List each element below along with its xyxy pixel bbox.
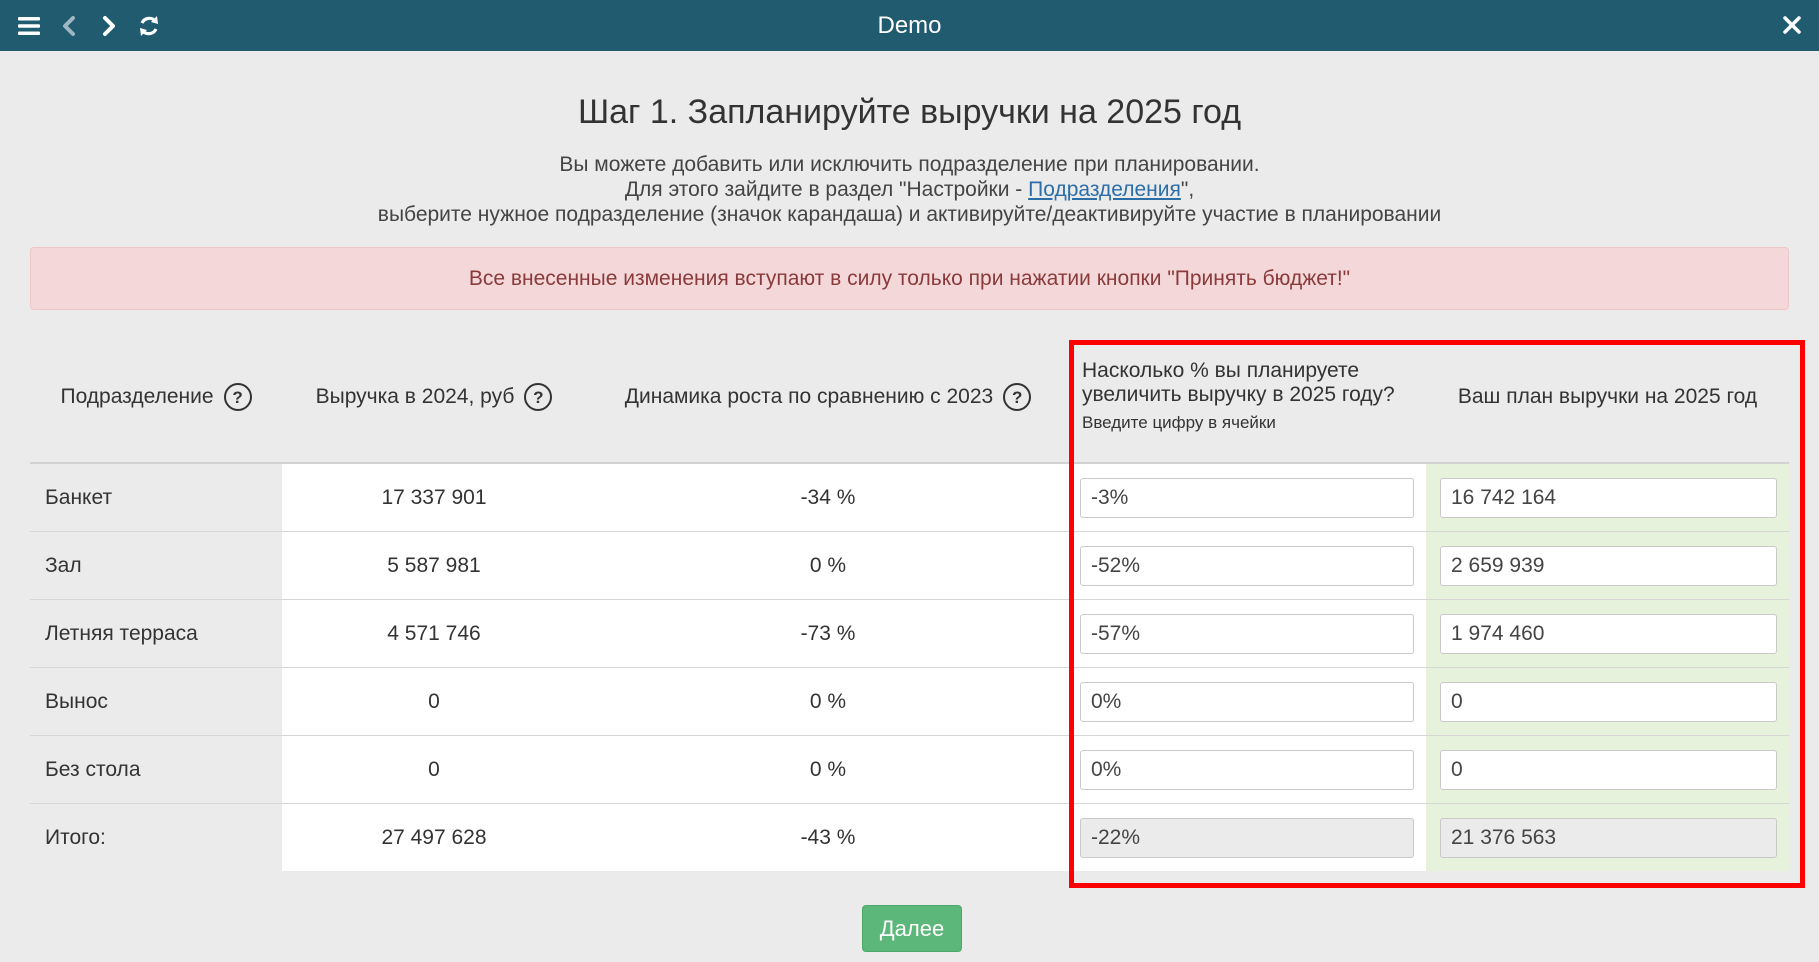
- pct-input[interactable]: 0%: [1080, 749, 1414, 790]
- dynamics-cell: 0 %: [586, 531, 1070, 600]
- chevron-right-icon[interactable]: [96, 13, 122, 39]
- title-bar: Demo: [0, 0, 1819, 51]
- help-icon[interactable]: ?: [223, 383, 252, 411]
- main-content: Шаг 1. Запланируйте выручки на 2025 год …: [0, 51, 1819, 871]
- plan-input[interactable]: 0: [1440, 749, 1777, 790]
- total-plan-field: 21 376 563: [1440, 817, 1777, 858]
- help-icon[interactable]: ?: [1003, 383, 1032, 411]
- plan-cell: 0: [1426, 735, 1789, 804]
- desc-line-2-post: ",: [1180, 178, 1195, 201]
- help-icon[interactable]: ?: [524, 383, 553, 411]
- plan-input[interactable]: 2 659 939: [1440, 545, 1777, 586]
- pct-cell: 0%: [1070, 667, 1426, 736]
- desc-line-2: Для этого зайдите в раздел "Настройки - …: [30, 177, 1789, 202]
- page-description: Вы можете добавить или исключить подразд…: [30, 152, 1789, 227]
- nav-toolbar: [0, 13, 162, 39]
- page-title: Шаг 1. Запланируйте выручки на 2025 год: [577, 93, 1242, 131]
- revenue-cell: 17 337 901: [282, 462, 586, 532]
- desc-line-3: выберите нужное подразделение (значок ка…: [377, 203, 1442, 226]
- division-name: Без стола: [30, 735, 282, 804]
- chevron-left-icon[interactable]: [56, 13, 82, 39]
- window-title: Demo: [877, 12, 942, 39]
- header-plan-pct-label: Насколько % вы планируете увеличить выру…: [1082, 359, 1395, 406]
- revenue-cell: 5 587 981: [282, 531, 586, 600]
- revenue-cell: 4 571 746: [282, 599, 586, 668]
- division-name: Летняя терраса: [30, 599, 282, 668]
- desc-line-2-pre: Для этого зайдите в раздел "Настройки -: [624, 178, 1029, 201]
- table-header-row: Подразделение? Выручка в 2024, руб? Дина…: [30, 332, 1789, 464]
- pct-input[interactable]: -52%: [1080, 545, 1414, 586]
- divisions-link[interactable]: Подразделения: [1028, 178, 1181, 201]
- revenue-cell: 0: [282, 667, 586, 736]
- desc-line-1: Вы можете добавить или исключить подразд…: [559, 153, 1260, 176]
- pct-input[interactable]: 0%: [1080, 681, 1414, 722]
- table-row: Банкет 17 337 901 -34 % -3% 16 742 164: [30, 462, 1789, 532]
- plan-input[interactable]: 16 742 164: [1440, 477, 1777, 518]
- header-plan-pct: Насколько % вы планируете увеличить выру…: [1070, 332, 1426, 464]
- header-plan-pct-hint: Введите цифру в ячейки: [1082, 413, 1276, 432]
- dynamics-cell: -73 %: [586, 599, 1070, 668]
- division-name: Вынос: [30, 667, 282, 736]
- total-plan-cell: 21 376 563: [1426, 803, 1789, 871]
- header-plan: Ваш план выручки на 2025 год: [1426, 332, 1789, 464]
- menu-icon[interactable]: [16, 13, 42, 39]
- division-name: Зал: [30, 531, 282, 600]
- total-label: Итого:: [30, 803, 282, 871]
- plan-cell: 16 742 164: [1426, 462, 1789, 532]
- pct-input[interactable]: -57%: [1080, 613, 1414, 654]
- dynamics-cell: 0 %: [586, 735, 1070, 804]
- total-pct-cell: -22%: [1070, 803, 1426, 871]
- table-row: Летняя терраса 4 571 746 -73 % -57% 1 97…: [30, 599, 1789, 668]
- close-icon[interactable]: [1779, 12, 1805, 38]
- plan-cell: 1 974 460: [1426, 599, 1789, 668]
- next-button[interactable]: Далее: [862, 905, 962, 952]
- header-division: Подразделение?: [30, 332, 282, 464]
- table-row: Вынос 0 0 % 0% 0: [30, 667, 1789, 736]
- plan-input[interactable]: 0: [1440, 681, 1777, 722]
- dynamics-cell: -34 %: [586, 462, 1070, 532]
- total-row: Итого: 27 497 628 -43 % -22% 21 376 563: [30, 803, 1789, 871]
- plan-cell: 0: [1426, 667, 1789, 736]
- plan-input[interactable]: 1 974 460: [1440, 613, 1777, 654]
- header-division-label: Подразделение: [60, 385, 214, 408]
- total-dynamics: -43 %: [586, 803, 1070, 871]
- pct-cell: 0%: [1070, 735, 1426, 804]
- header-revenue-label: Выручка в 2024, руб: [315, 385, 515, 408]
- table-row: Без стола 0 0 % 0% 0: [30, 735, 1789, 804]
- pct-input[interactable]: -3%: [1080, 477, 1414, 518]
- header-dynamics: Динамика роста по сравнению с 2023?: [586, 332, 1070, 464]
- total-pct-field: -22%: [1080, 817, 1414, 858]
- table-row: Зал 5 587 981 0 % -52% 2 659 939: [30, 531, 1789, 600]
- dynamics-cell: 0 %: [586, 667, 1070, 736]
- alert-banner: Все внесенные изменения вступают в силу …: [30, 247, 1789, 310]
- plan-cell: 2 659 939: [1426, 531, 1789, 600]
- pct-cell: -52%: [1070, 531, 1426, 600]
- division-name: Банкет: [30, 462, 282, 532]
- pct-cell: -3%: [1070, 462, 1426, 532]
- pct-cell: -57%: [1070, 599, 1426, 668]
- total-revenue: 27 497 628: [282, 803, 586, 871]
- revenue-cell: 0: [282, 735, 586, 804]
- refresh-icon[interactable]: [136, 13, 162, 39]
- header-revenue: Выручка в 2024, руб?: [282, 332, 586, 464]
- revenue-table: Подразделение? Выручка в 2024, руб? Дина…: [30, 332, 1789, 871]
- header-dynamics-label: Динамика роста по сравнению с 2023: [624, 385, 994, 408]
